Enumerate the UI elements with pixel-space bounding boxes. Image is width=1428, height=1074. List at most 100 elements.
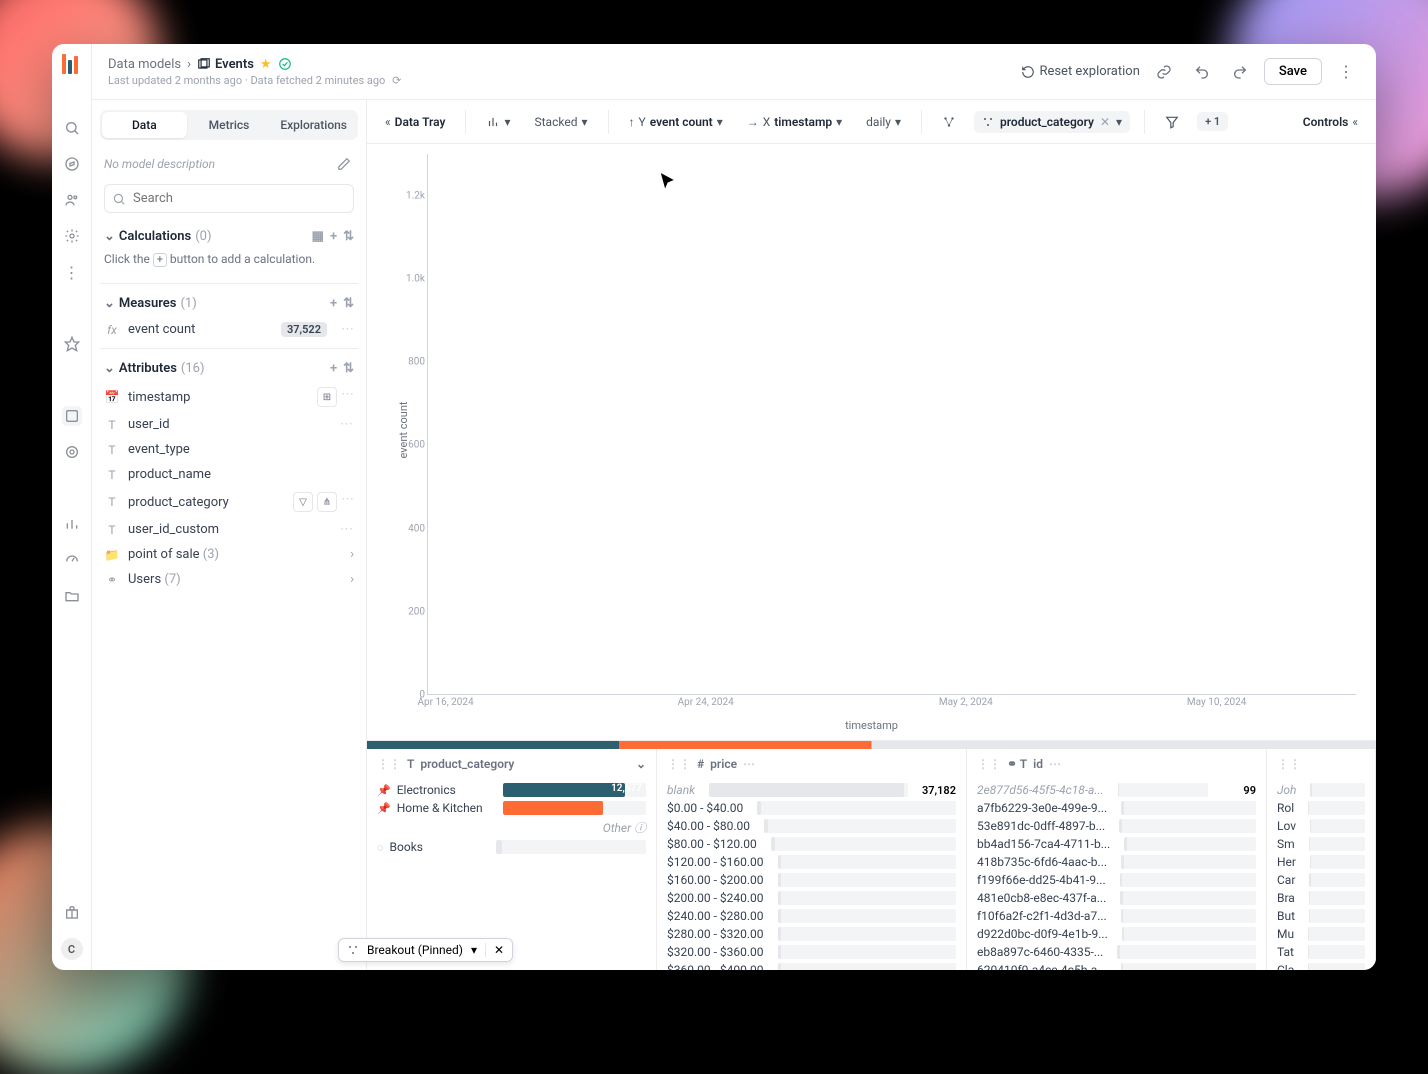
- attribute-Users[interactable]: ⚭Users (7)›: [100, 567, 358, 592]
- list-item[interactable]: Mu: [1277, 925, 1365, 943]
- attribute-product_name[interactable]: Tproduct_name: [100, 462, 358, 487]
- attribute-timestamp[interactable]: 📅timestamp⊞⋯: [100, 382, 358, 412]
- stacked-selector[interactable]: Stacked ▾: [529, 111, 594, 133]
- list-item[interactable]: Car: [1277, 871, 1365, 889]
- list-item[interactable]: $320.00 - $360.00: [667, 943, 956, 961]
- col-price[interactable]: price: [710, 757, 737, 771]
- star-icon[interactable]: [62, 334, 82, 354]
- category-row[interactable]: ◌Books: [377, 838, 646, 856]
- breakout-pill[interactable]: product_category ✕ ▾: [974, 111, 1130, 133]
- list-item[interactable]: bb4ad156-7ca4-4711-b...: [977, 835, 1256, 853]
- measures-header[interactable]: ⌄Measures(1) +⇅: [100, 290, 358, 317]
- chart-icon[interactable]: [62, 514, 82, 534]
- list-item[interactable]: $160.00 - $200.00: [667, 871, 956, 889]
- folder-icon[interactable]: [62, 586, 82, 606]
- list-item[interactable]: $200.00 - $240.00: [667, 889, 956, 907]
- calculations-header[interactable]: ⌄Calculations(0) ▦+⇅: [100, 223, 358, 250]
- list-item[interactable]: $40.00 - $80.00: [667, 817, 956, 835]
- x-axis-selector[interactable]: → X timestamp ▾: [741, 111, 848, 133]
- remove-breakout-icon[interactable]: ✕: [1100, 115, 1110, 129]
- col-product-category[interactable]: product_category: [420, 757, 514, 771]
- list-item[interactable]: 620410f0-a4ce-4c5b-a...: [977, 961, 1256, 970]
- redo-icon[interactable]: [1226, 58, 1254, 86]
- list-item[interactable]: 418b735c-6fd6-4aac-b...: [977, 853, 1256, 871]
- filter-icon[interactable]: [1159, 111, 1185, 133]
- tab-explorations[interactable]: Explorations: [271, 112, 356, 138]
- attribute-event_type[interactable]: Tevent_type: [100, 437, 358, 462]
- controls-toggle[interactable]: Controls «: [1297, 111, 1364, 133]
- undo-icon[interactable]: [1188, 58, 1216, 86]
- edit-icon[interactable]: [334, 154, 354, 174]
- reset-exploration-button[interactable]: Reset exploration: [1021, 64, 1139, 79]
- list-item[interactable]: Rol: [1277, 799, 1365, 817]
- list-item[interactable]: Lov: [1277, 817, 1365, 835]
- close-icon[interactable]: ✕: [485, 943, 504, 957]
- tab-metrics[interactable]: Metrics: [187, 112, 272, 138]
- attribute-point of sale[interactable]: 📁point of sale (3)›: [100, 542, 358, 567]
- sort-icon[interactable]: ⇅: [343, 229, 354, 244]
- list-item[interactable]: Joh: [1277, 781, 1365, 799]
- gear-icon[interactable]: [62, 226, 82, 246]
- list-item[interactable]: $360.00 - $400.00: [667, 961, 956, 970]
- list-item[interactable]: $80.00 - $120.00: [667, 835, 956, 853]
- star-toggle-icon[interactable]: ★: [260, 57, 272, 72]
- list-item[interactable]: $280.00 - $320.00: [667, 925, 956, 943]
- users-icon[interactable]: [62, 190, 82, 210]
- compass-icon[interactable]: [62, 154, 82, 174]
- sort-icon[interactable]: ⇅: [343, 361, 354, 376]
- col-id[interactable]: id: [1033, 757, 1043, 771]
- list-item[interactable]: f199f66e-dd25-4b41-9...: [977, 871, 1256, 889]
- breadcrumb-root[interactable]: Data models: [108, 57, 181, 72]
- data-tray-toggle[interactable]: « Data Tray: [379, 111, 451, 133]
- layers-icon[interactable]: [62, 406, 82, 426]
- list-item[interactable]: Cla: [1277, 961, 1365, 970]
- save-button[interactable]: Save: [1264, 58, 1322, 85]
- attribute-user_id[interactable]: Tuser_id⋯: [100, 412, 358, 437]
- link-icon[interactable]: [1150, 58, 1178, 86]
- list-item[interactable]: d922d0bc-d0f9-4e1b-9...: [977, 925, 1256, 943]
- speed-icon[interactable]: [62, 550, 82, 570]
- list-item[interactable]: Sm: [1277, 835, 1365, 853]
- list-item[interactable]: blank37,182: [667, 781, 956, 799]
- category-row[interactable]: 📌Home & Kitchen: [377, 799, 646, 817]
- list-item[interactable]: 53e891dc-0dff-4897-b...: [977, 817, 1256, 835]
- attribute-product_category[interactable]: Tproduct_category▽⋔⋯: [100, 487, 358, 517]
- refresh-icon[interactable]: ⟳: [392, 74, 401, 87]
- measure-event-count[interactable]: fxevent count 37,522⋯: [100, 317, 358, 342]
- sort-icon[interactable]: ⇅: [343, 296, 354, 311]
- plus-icon[interactable]: +: [330, 229, 337, 244]
- list-item[interactable]: Her: [1277, 853, 1365, 871]
- list-item[interactable]: f10f6a2f-c2f1-4d3d-a7...: [977, 907, 1256, 925]
- target-icon[interactable]: [62, 442, 82, 462]
- list-item[interactable]: $0.00 - $40.00: [667, 799, 956, 817]
- chart-type-selector[interactable]: ▾: [480, 111, 516, 133]
- plus-icon[interactable]: +: [330, 296, 337, 311]
- list-item[interactable]: $240.00 - $280.00: [667, 907, 956, 925]
- list-item[interactable]: Tat: [1277, 943, 1365, 961]
- plus-icon[interactable]: +: [330, 361, 337, 376]
- list-item[interactable]: a7fb6229-3e0e-499e-9...: [977, 799, 1256, 817]
- tab-data[interactable]: Data: [102, 112, 187, 138]
- grid-icon[interactable]: ▦: [312, 229, 324, 244]
- list-item[interactable]: But: [1277, 907, 1365, 925]
- search-input[interactable]: [104, 184, 354, 213]
- y-axis-selector[interactable]: ↑ Y event count ▾: [623, 111, 729, 133]
- category-row[interactable]: 📌Electronics12,677: [377, 781, 646, 799]
- list-item[interactable]: 2e877d56-45f5-4c18-a...99: [977, 781, 1256, 799]
- list-item[interactable]: $120.00 - $160.00: [667, 853, 956, 871]
- breakout-pinned-pill[interactable]: Breakout (Pinned) ▾ ✕: [338, 938, 513, 962]
- granularity-selector[interactable]: daily ▾: [860, 111, 907, 133]
- more-icon[interactable]: ⋮: [62, 262, 82, 282]
- attributes-header[interactable]: ⌄Attributes(16) +⇅: [100, 355, 358, 382]
- breakout-icon[interactable]: [936, 111, 962, 133]
- attribute-user_id_custom[interactable]: Tuser_id_custom⋯: [100, 517, 358, 542]
- more-icon[interactable]: ⋮: [1332, 58, 1360, 86]
- list-item[interactable]: eb8a897c-6460-4335-...: [977, 943, 1256, 961]
- avatar-badge[interactable]: C: [61, 938, 83, 960]
- category-row[interactable]: Other ⓘ: [377, 817, 646, 838]
- search-icon[interactable]: [62, 118, 82, 138]
- gift-icon[interactable]: [62, 902, 82, 922]
- filter-count-badge[interactable]: + 1: [1197, 112, 1228, 131]
- list-item[interactable]: 481e0cb8-e8ec-437f-a...: [977, 889, 1256, 907]
- list-item[interactable]: Bra: [1277, 889, 1365, 907]
